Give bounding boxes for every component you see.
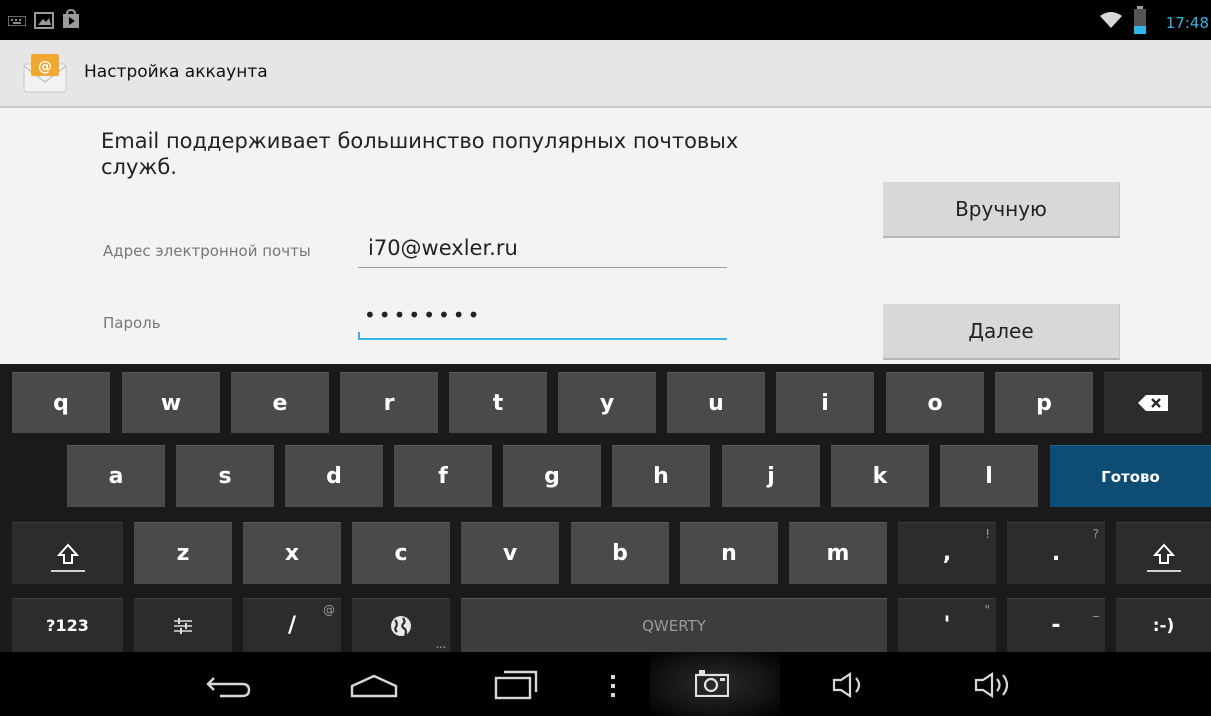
key-j[interactable]: j bbox=[722, 445, 820, 507]
dash-label: - bbox=[1051, 613, 1061, 638]
volume-down-icon[interactable] bbox=[832, 672, 868, 698]
key-d[interactable]: d bbox=[285, 445, 383, 507]
key-t[interactable]: t bbox=[449, 372, 547, 433]
period-key[interactable]: . ? bbox=[1007, 522, 1105, 584]
key-y[interactable]: y bbox=[558, 372, 656, 433]
key-w[interactable]: w bbox=[122, 372, 220, 433]
slash-hint: @ bbox=[323, 603, 335, 617]
dash-hint: _ bbox=[1093, 603, 1099, 617]
key-q[interactable]: q bbox=[12, 372, 110, 433]
backspace-key[interactable] bbox=[1104, 372, 1202, 433]
apostrophe-hint: " bbox=[984, 603, 990, 617]
soft-keyboard: q w e r t y u i o p a s d f g h j k l Го… bbox=[0, 364, 1211, 652]
shift-icon bbox=[56, 543, 79, 564]
password-field-caret-tick bbox=[358, 332, 360, 340]
globe-icon bbox=[391, 615, 411, 636]
wifi-icon bbox=[1100, 12, 1122, 28]
key-r[interactable]: r bbox=[340, 372, 438, 433]
slash-label: / bbox=[287, 613, 297, 638]
key-k[interactable]: k bbox=[831, 445, 929, 507]
key-g[interactable]: g bbox=[503, 445, 601, 507]
navigation-bar bbox=[0, 652, 1211, 716]
shift-key-left[interactable] bbox=[12, 522, 123, 584]
done-key[interactable]: Готово bbox=[1050, 445, 1211, 507]
manual-setup-button[interactable]: Вручную bbox=[883, 182, 1120, 238]
shift-icon bbox=[1152, 543, 1175, 564]
key-z[interactable]: z bbox=[134, 522, 232, 584]
recent-apps-icon[interactable] bbox=[494, 670, 538, 700]
shift-key-right[interactable] bbox=[1116, 522, 1211, 584]
key-p[interactable]: p bbox=[995, 372, 1093, 433]
comma-hint: ! bbox=[985, 527, 990, 541]
camera-icon[interactable] bbox=[695, 669, 729, 697]
period-hint: ? bbox=[1092, 527, 1099, 541]
settings-key[interactable] bbox=[134, 598, 232, 652]
key-u[interactable]: u bbox=[667, 372, 765, 433]
symbols-key[interactable]: ?123 bbox=[12, 598, 123, 652]
slash-key[interactable]: / @ bbox=[243, 598, 341, 652]
home-icon[interactable] bbox=[350, 674, 398, 698]
language-key[interactable]: ... bbox=[352, 598, 450, 652]
email-envelope-icon[interactable]: @ bbox=[22, 52, 68, 94]
key-l[interactable]: l bbox=[940, 445, 1038, 507]
account-setup-form: Email поддерживает большинство популярны… bbox=[0, 108, 1211, 364]
smiley-key[interactable]: :-) bbox=[1116, 598, 1211, 652]
key-m[interactable]: m bbox=[789, 522, 887, 584]
key-h[interactable]: h bbox=[612, 445, 710, 507]
key-c[interactable]: c bbox=[352, 522, 450, 584]
shift-indicator bbox=[1146, 570, 1181, 572]
shift-indicator bbox=[50, 570, 85, 572]
key-n[interactable]: n bbox=[680, 522, 778, 584]
battery-icon bbox=[1134, 6, 1146, 34]
key-f[interactable]: f bbox=[394, 445, 492, 507]
backspace-icon bbox=[1138, 395, 1168, 411]
password-field[interactable]: •••••••• bbox=[364, 303, 482, 327]
email-label: Адрес электронной почты bbox=[103, 242, 311, 260]
dash-key[interactable]: - _ bbox=[1007, 598, 1105, 652]
key-o[interactable]: o bbox=[886, 372, 984, 433]
key-s[interactable]: s bbox=[176, 445, 274, 507]
store-icon bbox=[63, 9, 79, 28]
password-field-underline bbox=[358, 338, 727, 340]
space-key[interactable]: QWERTY bbox=[461, 598, 887, 652]
comma-key[interactable]: , ! bbox=[898, 522, 996, 584]
email-field[interactable]: i70@wexler.ru bbox=[368, 236, 518, 260]
keyboard-icon bbox=[8, 16, 26, 26]
key-b[interactable]: b bbox=[571, 522, 669, 584]
period-label: . bbox=[1051, 541, 1061, 566]
key-x[interactable]: x bbox=[243, 522, 341, 584]
apostrophe-label: ' bbox=[943, 613, 951, 638]
menu-icon[interactable] bbox=[609, 674, 617, 700]
page-title: Настройка аккаунта bbox=[84, 62, 268, 82]
status-bar: 17:48 bbox=[0, 0, 1211, 40]
email-field-underline bbox=[358, 267, 727, 268]
key-a[interactable]: a bbox=[67, 445, 165, 507]
next-button[interactable]: Далее bbox=[883, 304, 1120, 360]
apostrophe-key[interactable]: ' " bbox=[898, 598, 996, 652]
intro-text: Email поддерживает большинство популярны… bbox=[101, 129, 739, 179]
clock: 17:48 bbox=[1165, 14, 1209, 32]
settings-sliders-icon bbox=[174, 617, 192, 634]
svg-text:@: @ bbox=[38, 59, 52, 75]
image-icon bbox=[34, 12, 54, 29]
volume-up-icon[interactable] bbox=[974, 672, 1014, 698]
comma-label: , bbox=[942, 541, 952, 566]
more-dots: ... bbox=[435, 641, 446, 651]
password-label: Пароль bbox=[103, 314, 161, 332]
key-v[interactable]: v bbox=[461, 522, 559, 584]
key-e[interactable]: e bbox=[231, 372, 329, 433]
back-icon[interactable] bbox=[206, 674, 252, 698]
action-bar: @ Настройка аккаунта bbox=[0, 40, 1211, 108]
key-i[interactable]: i bbox=[776, 372, 874, 433]
